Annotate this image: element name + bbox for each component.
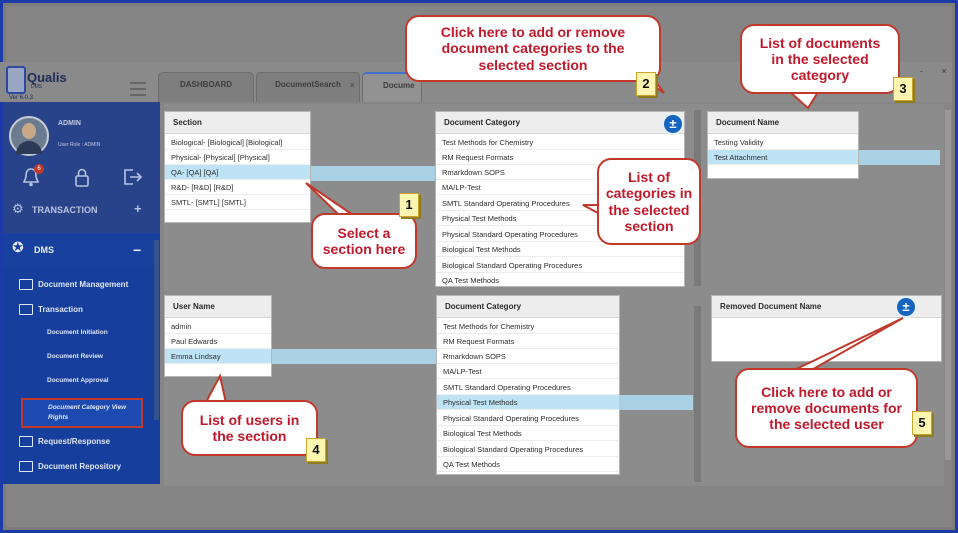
callout-number-2: 2 [636, 72, 656, 96]
callout-add-remove-categories: Click here to add or remove document cat… [405, 15, 661, 82]
callout-number-5: 5 [912, 411, 932, 435]
callout-users-list: List of users in the section [181, 400, 318, 456]
callout-add-remove-documents: Click here to add or remove documents fo… [735, 368, 918, 448]
callout-categories-list: List of categories in the selected secti… [597, 158, 701, 245]
callout-select-section: Select a section here [311, 213, 417, 269]
callout-documents-list: List of documents in the selected catego… [740, 24, 900, 94]
callout-3-pointer [789, 91, 819, 110]
callout-number-1: 1 [399, 193, 419, 217]
callout-1-pointer [305, 182, 354, 216]
callout-number-3: 3 [893, 77, 913, 101]
callout-number-4: 4 [306, 438, 326, 462]
callout-5-pointer [789, 317, 904, 373]
